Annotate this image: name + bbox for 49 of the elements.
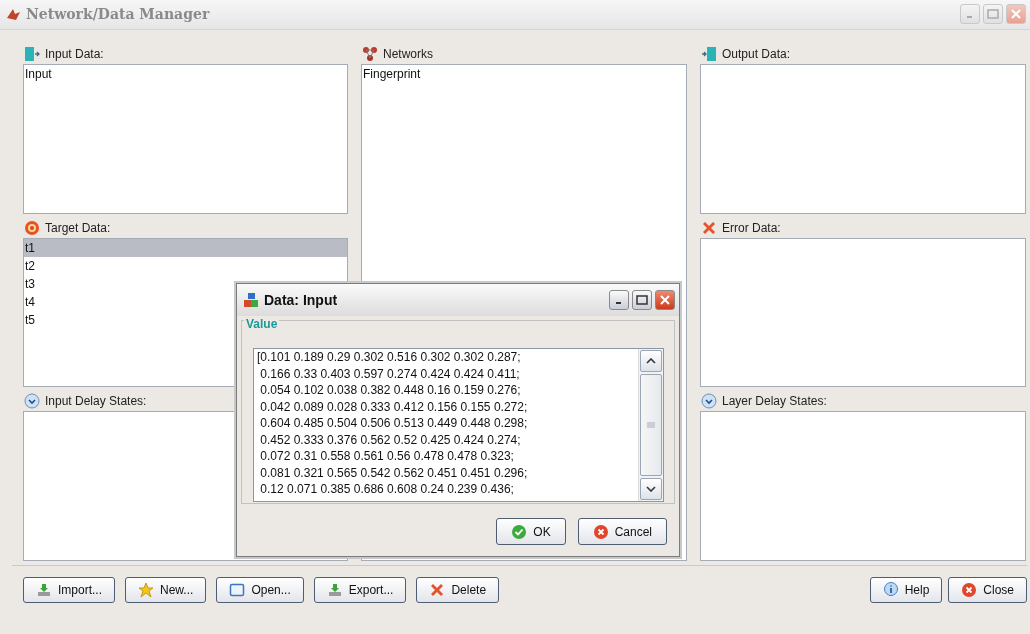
section-label: Output Data: (722, 46, 791, 61)
section-label: Target Data: (45, 220, 111, 235)
list-box[interactable]: Input (23, 63, 348, 214)
section-label: Layer Delay States: (722, 394, 827, 409)
door-arrow-icon (701, 45, 717, 62)
toolbar-button[interactable]: Export... (313, 576, 407, 603)
info-bubble-icon (882, 581, 899, 598)
chevron-down-icon (24, 393, 40, 410)
section-label: Input Delay States: (45, 394, 147, 409)
close-button[interactable] (655, 290, 675, 310)
close-icon (659, 294, 671, 306)
section-label: Networks (383, 46, 433, 61)
star-icon (138, 581, 154, 598)
list-item[interactable]: Input (24, 64, 347, 83)
window-title: Network/Data Manager (26, 6, 210, 23)
close-button[interactable] (1006, 4, 1026, 25)
network-icon (362, 45, 378, 62)
dialog-button[interactable]: OK (496, 518, 566, 545)
list-item[interactable]: Fingerprint (362, 64, 686, 83)
target-icon (24, 219, 40, 236)
group-label: Value (244, 317, 280, 331)
toolbar-button[interactable]: Import... (23, 576, 115, 603)
cubes-icon (243, 292, 259, 308)
maximize-button[interactable] (632, 290, 652, 310)
window-icon (229, 581, 246, 598)
tray-arrow-icon (326, 581, 343, 598)
list-item[interactable]: t1 (24, 238, 347, 257)
cross-icon (701, 219, 717, 236)
chevron-down-icon (701, 393, 717, 410)
minimize-button[interactable] (609, 290, 629, 310)
toolbar-button[interactable]: Help (869, 576, 943, 603)
toolbar-button[interactable]: Delete (416, 576, 500, 603)
cross-icon (429, 581, 446, 598)
close-icon (961, 581, 978, 598)
maximize-icon (636, 295, 648, 305)
close-icon (1010, 8, 1022, 21)
section-label: Error Data: (722, 220, 781, 235)
list-item[interactable]: t2 (24, 256, 347, 275)
check-icon (511, 523, 528, 540)
dialog-button[interactable]: Cancel (577, 518, 667, 545)
toolbar-button[interactable]: Close (948, 576, 1027, 603)
dialog-title: Data: Input (264, 292, 338, 308)
toolbar-button[interactable]: Open... (216, 576, 304, 603)
maximize-icon (987, 9, 999, 20)
section-label: Input Data: (45, 46, 104, 61)
door-arrow-icon (24, 45, 40, 62)
tray-arrow-icon (36, 581, 52, 598)
close-icon (592, 523, 609, 540)
toolbar-button[interactable]: New... (125, 576, 207, 603)
